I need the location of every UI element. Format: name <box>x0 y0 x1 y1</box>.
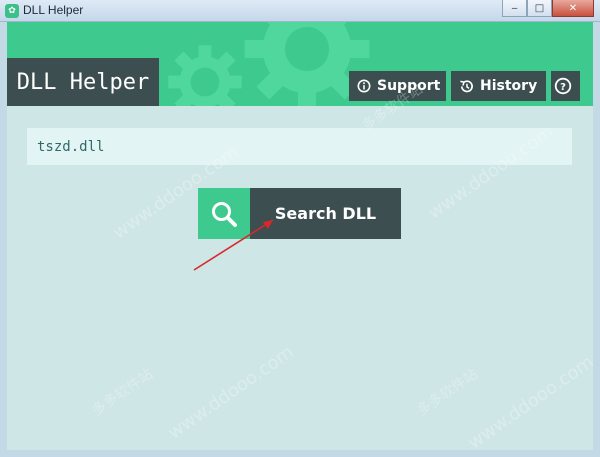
watermark-cn-text: 多多软件站 <box>89 366 156 420</box>
gear-small-icon <box>168 45 242 106</box>
client-area: DLL Helper Support History ? tszd.dll Se… <box>7 22 593 450</box>
svg-text:?: ? <box>560 82 566 93</box>
window-title: DLL Helper <box>23 3 84 17</box>
history-label: History <box>480 78 538 94</box>
app-icon: ✿ <box>5 4 19 18</box>
window-controls: ‒ □ ✕ <box>502 0 594 17</box>
question-icon: ? <box>554 77 571 95</box>
history-icon <box>460 79 473 92</box>
header-band: DLL Helper Support History ? <box>7 22 593 106</box>
maximize-button[interactable]: □ <box>527 0 552 17</box>
watermark-text: www.ddooo.com <box>464 351 593 450</box>
history-button[interactable]: History <box>451 71 546 101</box>
info-icon <box>357 79 371 93</box>
title-bar[interactable]: ✿ DLL Helper ‒ □ ✕ <box>0 0 600 22</box>
close-button[interactable]: ✕ <box>552 0 594 17</box>
annotation-arrow-icon <box>193 219 274 271</box>
support-button[interactable]: Support <box>349 71 446 101</box>
window-frame-bottom <box>0 450 600 457</box>
help-button[interactable]: ? <box>551 71 580 101</box>
watermark-text: www.ddooo.com <box>164 341 298 444</box>
watermark-cn-text: 多多软件站 <box>414 366 481 420</box>
minimize-button[interactable]: ‒ <box>502 0 527 17</box>
support-label: Support <box>377 78 441 94</box>
app-logo: DLL Helper <box>7 58 159 106</box>
dll-search-input[interactable] <box>27 128 572 165</box>
window-frame: DLL Helper Support History ? tszd.dll Se… <box>0 22 600 457</box>
